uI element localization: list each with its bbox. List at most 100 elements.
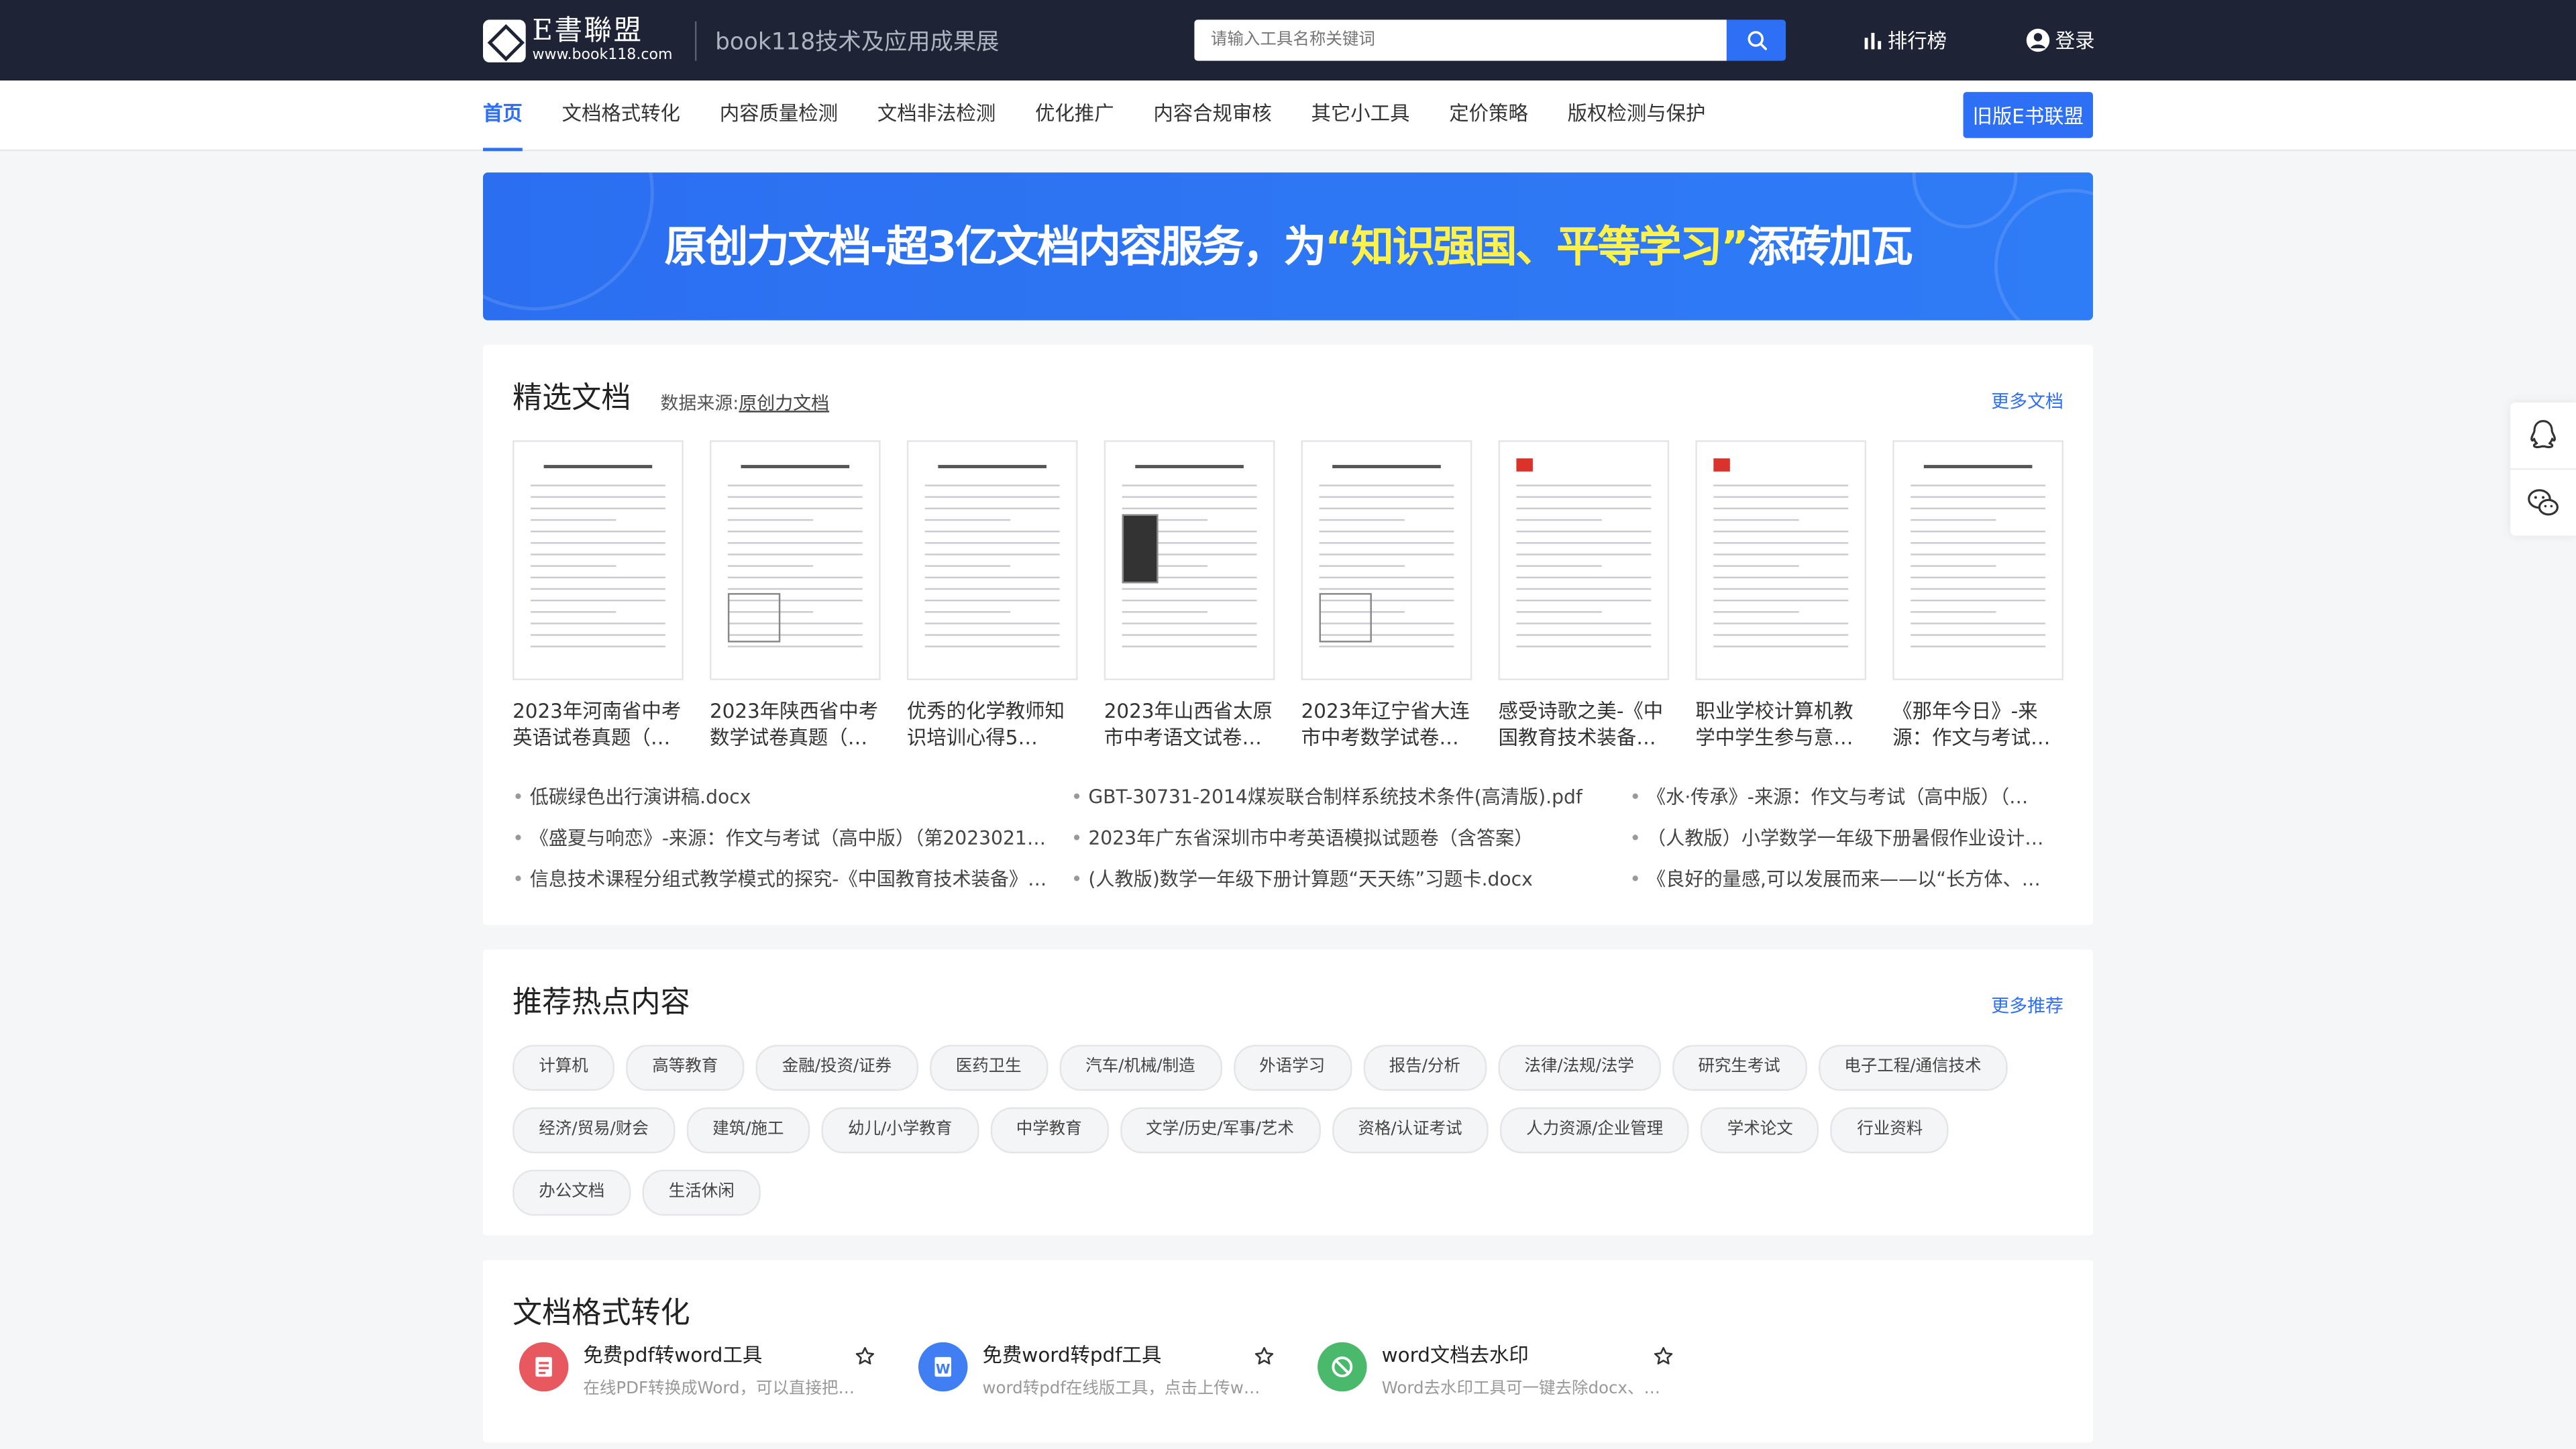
category-tag[interactable]: 研究生考试 <box>1672 1044 1807 1091</box>
doc-link[interactable]: 2023年广东省深圳市中考英语模拟试题卷（含答案） <box>1071 824 1630 851</box>
nav-item[interactable]: 内容合规审核 <box>1153 80 1271 150</box>
thumb-text-line <box>1713 634 1849 636</box>
thumb-text-line <box>727 576 863 579</box>
star-favorite-icon[interactable] <box>1653 1346 1674 1367</box>
doc-card[interactable]: 优秀的化学教师知识培训心得5篇.docx <box>906 440 1078 751</box>
doc-link[interactable]: 《良好的量感,可以发展而来——以“长方体、正方体的体积”为例》 <box>1629 866 2063 892</box>
category-tag[interactable]: 行业资料 <box>1831 1107 1949 1154</box>
more-docs-link[interactable]: 更多文档 <box>1991 388 2063 414</box>
doc-card[interactable]: 职业学校计算机教学中学生参与意识的培养 <box>1695 440 1867 751</box>
old-version-button[interactable]: 旧版E书联盟 <box>1963 92 2094 138</box>
tool-name[interactable]: 免费pdf转word工具 <box>583 1342 862 1368</box>
doc-title[interactable]: 优秀的化学教师知识培训心得5篇.docx <box>907 698 1078 751</box>
doc-link[interactable]: 《水·传承》-来源：作文与考试（高中版）（第2023021期） <box>1629 784 2063 810</box>
doc-thumbnail[interactable] <box>1695 440 1867 680</box>
category-tag[interactable]: 人力资源/企业管理 <box>1499 1107 1690 1154</box>
doc-thumbnail[interactable] <box>906 440 1078 680</box>
more-recommend-link[interactable]: 更多推荐 <box>1991 992 2063 1018</box>
category-tag[interactable]: 报告/分析 <box>1362 1044 1487 1091</box>
thumb-text-line <box>727 565 814 567</box>
thumb-text-line <box>1911 634 2046 636</box>
category-tag[interactable]: 生活休闲 <box>642 1169 761 1216</box>
tool-item[interactable]: word文档去水印 Word去水印工具可一键去除docx、doc文档中的水印 <box>1318 1342 1717 1398</box>
category-tag[interactable]: 金融/投资/证券 <box>755 1044 918 1091</box>
doc-card[interactable]: 2023年河南省中考英语试卷真题（含答案）.docx <box>513 440 684 751</box>
thumb-text-line <box>1516 553 1652 555</box>
category-tag[interactable]: 外语学习 <box>1232 1044 1352 1091</box>
category-tag[interactable]: 建筑/施工 <box>686 1107 810 1154</box>
doc-link[interactable]: 信息技术课程分组式教学模式的探究-《中国教育技术装备》2023年 <box>513 866 1071 892</box>
word-icon: W <box>918 1342 968 1392</box>
doc-title[interactable]: 2023年陕西省中考数学试卷真题（含答案）.docx <box>710 698 881 751</box>
doc-title[interactable]: 职业学校计算机教学中学生参与意识的培养 <box>1695 698 1866 751</box>
category-tag[interactable]: 经济/贸易/财会 <box>513 1107 675 1154</box>
nav-item[interactable]: 优化推广 <box>1035 80 1114 150</box>
login-link[interactable]: 登录 <box>2026 26 2095 54</box>
category-tag[interactable]: 学术论文 <box>1701 1107 1819 1154</box>
doc-card[interactable]: 2023年辽宁省大连市中考数学试卷真题（含答案） <box>1301 440 1472 751</box>
doc-thumbnail[interactable] <box>513 440 684 680</box>
star-favorite-icon[interactable] <box>1254 1346 1275 1367</box>
thumb-heading <box>1135 465 1244 468</box>
doc-link[interactable]: 低碳绿色出行演讲稿.docx <box>513 784 1071 810</box>
doc-title[interactable]: 《那年今日》-来源：作文与考试（高中版） <box>1892 698 2063 751</box>
category-tag[interactable]: 资格/认证考试 <box>1332 1107 1489 1154</box>
nav-item[interactable]: 内容质量检测 <box>720 80 838 150</box>
tool-name[interactable]: 免费word转pdf工具 <box>983 1342 1262 1368</box>
category-tag[interactable]: 中学教育 <box>989 1107 1108 1154</box>
banner-headline: 原创力文档-超3亿文档内容服务，为“知识强国、平等学习”添砖加瓦 <box>483 213 2093 274</box>
nav-item[interactable]: 其它小工具 <box>1311 80 1410 150</box>
category-tag[interactable]: 幼儿/小学教育 <box>821 1107 979 1154</box>
doc-thumbnail[interactable] <box>1104 440 1275 680</box>
tool-item[interactable]: W 免费word转pdf工具 word转pdf在线版工具，点击上传word文件即可转… <box>918 1342 1318 1398</box>
nav-item[interactable]: 首页 <box>483 80 523 152</box>
doc-thumbnail[interactable] <box>1892 440 2063 680</box>
doc-thumbnail[interactable] <box>1301 440 1472 680</box>
nav-item[interactable]: 定价策略 <box>1449 80 1528 150</box>
doc-card[interactable]: 2023年山西省太原市中考语文试卷真题（含答案） <box>1104 440 1275 751</box>
doc-card[interactable]: 2023年陕西省中考数学试卷真题（含答案）.docx <box>709 440 881 751</box>
star-favorite-icon[interactable] <box>854 1346 875 1367</box>
nav-item[interactable]: 文档非法检测 <box>877 80 996 150</box>
thumb-text-line <box>1911 588 2046 590</box>
nav-item[interactable]: 版权检测与保护 <box>1568 80 1706 150</box>
doc-link[interactable]: (人教版)数学一年级下册计算题“天天练”习题卡.docx <box>1071 866 1630 892</box>
doc-title[interactable]: 2023年山西省太原市中考语文试卷真题（含答案） <box>1104 698 1275 751</box>
doc-title[interactable]: 2023年河南省中考英语试卷真题（含答案）.docx <box>513 698 684 751</box>
doc-title[interactable]: 感受诗歌之美-《中国教育技术装备》2023年 <box>1498 698 1669 751</box>
thumb-text-line <box>1516 611 1602 613</box>
doc-card[interactable]: 感受诗歌之美-《中国教育技术装备》2023年 <box>1498 440 1670 751</box>
site-logo[interactable]: E書聯盟 www.book118.com book118技术及应用成果展 <box>483 17 999 64</box>
doc-link[interactable]: GBT-30731-2014煤炭联合制样系统技术条件(高清版).pdf <box>1071 784 1630 810</box>
category-tag[interactable]: 医药卫生 <box>929 1044 1048 1091</box>
promo-banner[interactable]: 原创力文档-超3亿文档内容服务，为“知识强国、平等学习”添砖加瓦 <box>483 172 2094 321</box>
doc-title[interactable]: 2023年辽宁省大连市中考数学试卷真题（含答案） <box>1301 698 1472 751</box>
rank-link[interactable]: 排行榜 <box>1863 26 1947 54</box>
tool-item[interactable]: 免费pdf转word工具在线PDF转换成Word，可以直接把PDF文件转换为Wo… <box>519 1342 918 1398</box>
category-tag[interactable]: 电子工程/通信技术 <box>1818 1044 2008 1091</box>
doc-card[interactable]: 《那年今日》-来源：作文与考试（高中版） <box>1892 440 2063 751</box>
thumb-text-line <box>1319 565 1405 567</box>
wechat-button[interactable] <box>2510 468 2576 535</box>
thumb-text-line <box>1319 519 1405 521</box>
doc-thumbnail[interactable] <box>709 440 881 680</box>
nav-item[interactable]: 文档格式转化 <box>562 80 680 150</box>
search-button[interactable] <box>1726 19 1786 61</box>
category-tag[interactable]: 汽车/机械/制造 <box>1059 1044 1222 1091</box>
category-tag[interactable]: 办公文档 <box>513 1169 631 1216</box>
thumb-heading <box>1332 465 1441 468</box>
category-tag[interactable]: 计算机 <box>513 1044 614 1091</box>
doc-thumbnail[interactable] <box>1498 440 1670 680</box>
search-input[interactable] <box>1194 19 1727 61</box>
source-link[interactable]: 原创力文档 <box>739 392 829 414</box>
doc-link[interactable]: （人教版）小学数学一年级下册暑假作业设计.doc <box>1629 824 2063 851</box>
thumb-text-line <box>1319 645 1454 647</box>
category-tag[interactable]: 法律/法规/法学 <box>1498 1044 1661 1091</box>
category-tag[interactable]: 文学/历史/军事/艺术 <box>1119 1107 1321 1154</box>
doc-link[interactable]: 《盛夏与响恋》-来源：作文与考试（高中版）（第2023021期） <box>513 824 1071 851</box>
featured-docs-section: 精选文档 数据来源:原创力文档 更多文档 2023年河南省中考英语试卷真题（含答… <box>483 345 2094 925</box>
category-tag[interactable]: 高等教育 <box>626 1044 745 1091</box>
thumb-text-line <box>1713 611 1799 613</box>
tool-name[interactable]: word文档去水印 <box>1382 1342 1661 1368</box>
qq-button[interactable] <box>2510 402 2576 468</box>
